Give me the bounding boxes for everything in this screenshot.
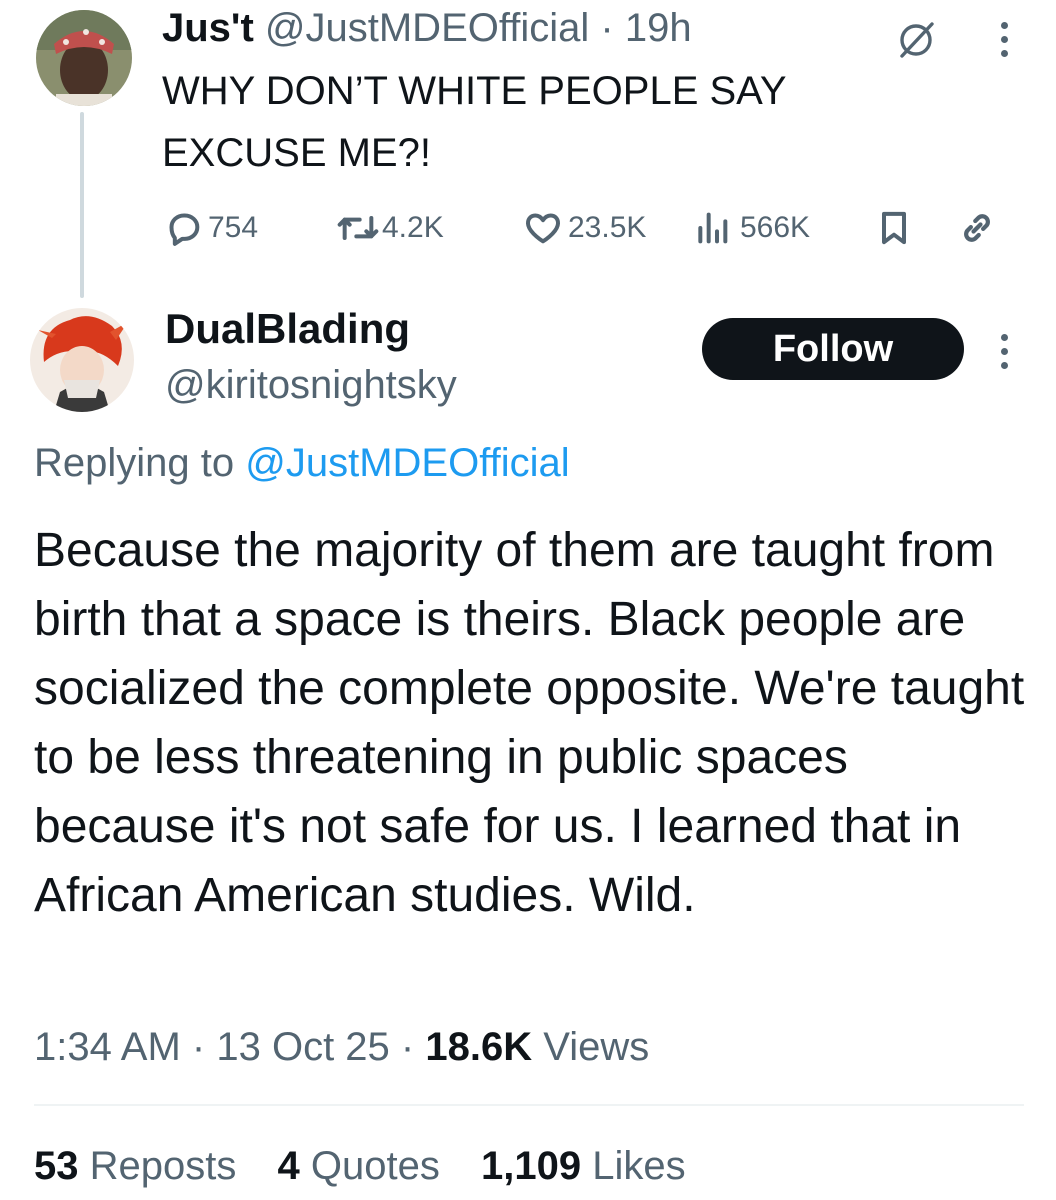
reply-view-count: 18.6K: [425, 1025, 533, 1069]
parent-author-name[interactable]: Jus't: [162, 6, 254, 50]
like-action[interactable]: 23.5K: [522, 200, 646, 256]
parent-tweet-time[interactable]: 19h: [625, 6, 692, 50]
views-count: 566K: [740, 211, 811, 244]
reply-views-label: Views: [543, 1025, 650, 1069]
parent-author-avatar[interactable]: [36, 10, 132, 106]
follow-button[interactable]: Follow: [702, 318, 964, 380]
likes-count: 1,109: [480, 1144, 582, 1188]
parent-tweet-text-line: WHY DON’T WHITE PEOPLE SAY: [162, 69, 787, 113]
replying-to-label: Replying to: [34, 441, 235, 485]
parent-tweet-text: WHY DON’T WHITE PEOPLE SAY EXCUSE ME?!: [162, 60, 882, 184]
reply-author-name[interactable]: DualBlading: [165, 302, 410, 356]
parent-tweet-header: Jus't @JustMDEOfficial · 19h: [162, 2, 692, 54]
reposts-count: 53: [34, 1144, 79, 1188]
reply-more-options-icon[interactable]: [998, 334, 1010, 376]
like-icon: [526, 213, 560, 244]
reposts-stat[interactable]: 53 Reposts: [34, 1144, 236, 1188]
bookmark-action[interactable]: [874, 200, 914, 256]
quotes-stat[interactable]: 4 Quotes: [278, 1144, 440, 1188]
bookmark-icon: [882, 211, 906, 245]
views-action[interactable]: 566K: [692, 200, 810, 256]
parent-author-handle[interactable]: @JustMDEOfficial: [265, 6, 589, 50]
reply-tweet-text: Because the majority of them are taught …: [34, 524, 1025, 922]
engagement-stats: 53 Reposts 4 Quotes 1,109 Likes: [34, 1138, 716, 1194]
repost-icon: [337, 216, 379, 240]
quotes-label: Quotes: [310, 1144, 440, 1188]
parent-tweet-actions: 754 4.2K 23.5K 566K: [160, 200, 1040, 256]
reply-author-handle[interactable]: @kiritosnightsky: [165, 358, 457, 412]
likes-label: Likes: [592, 1144, 686, 1188]
reply-date[interactable]: 13 Oct 25: [216, 1025, 389, 1069]
repost-action[interactable]: 4.2K: [336, 200, 444, 256]
repost-count: 4.2K: [382, 211, 444, 244]
parent-tweet-text-line: EXCUSE ME?!: [162, 131, 431, 175]
replying-to: Replying to @JustMDEOfficial: [34, 436, 570, 490]
reply-time[interactable]: 1:34 AM: [34, 1025, 181, 1069]
divider: [34, 1104, 1024, 1106]
likes-stat[interactable]: 1,109 Likes: [481, 1144, 686, 1188]
share-action[interactable]: [956, 200, 998, 256]
views-icon: [698, 212, 728, 244]
reposts-label: Reposts: [89, 1144, 237, 1188]
quotes-count: 4: [277, 1144, 300, 1188]
more-options-icon[interactable]: [998, 22, 1010, 64]
meta-separator: ·: [400, 1025, 415, 1069]
thread-connector-line: [80, 112, 84, 298]
replying-to-mention[interactable]: @JustMDEOfficial: [245, 441, 569, 485]
meta-separator: ·: [600, 6, 614, 50]
share-icon: [964, 214, 990, 242]
reply-icon: [169, 213, 200, 246]
reply-count: 754: [208, 211, 259, 244]
meta-separator: ·: [191, 1025, 206, 1069]
reply-timestamp: 1:34 AM · 13 Oct 25 · 18.6K Views: [34, 1020, 649, 1074]
like-count: 23.5K: [568, 211, 647, 244]
reply-action[interactable]: 754: [164, 200, 258, 256]
reply-author-avatar[interactable]: [30, 308, 134, 412]
grok-icon[interactable]: [894, 18, 938, 67]
